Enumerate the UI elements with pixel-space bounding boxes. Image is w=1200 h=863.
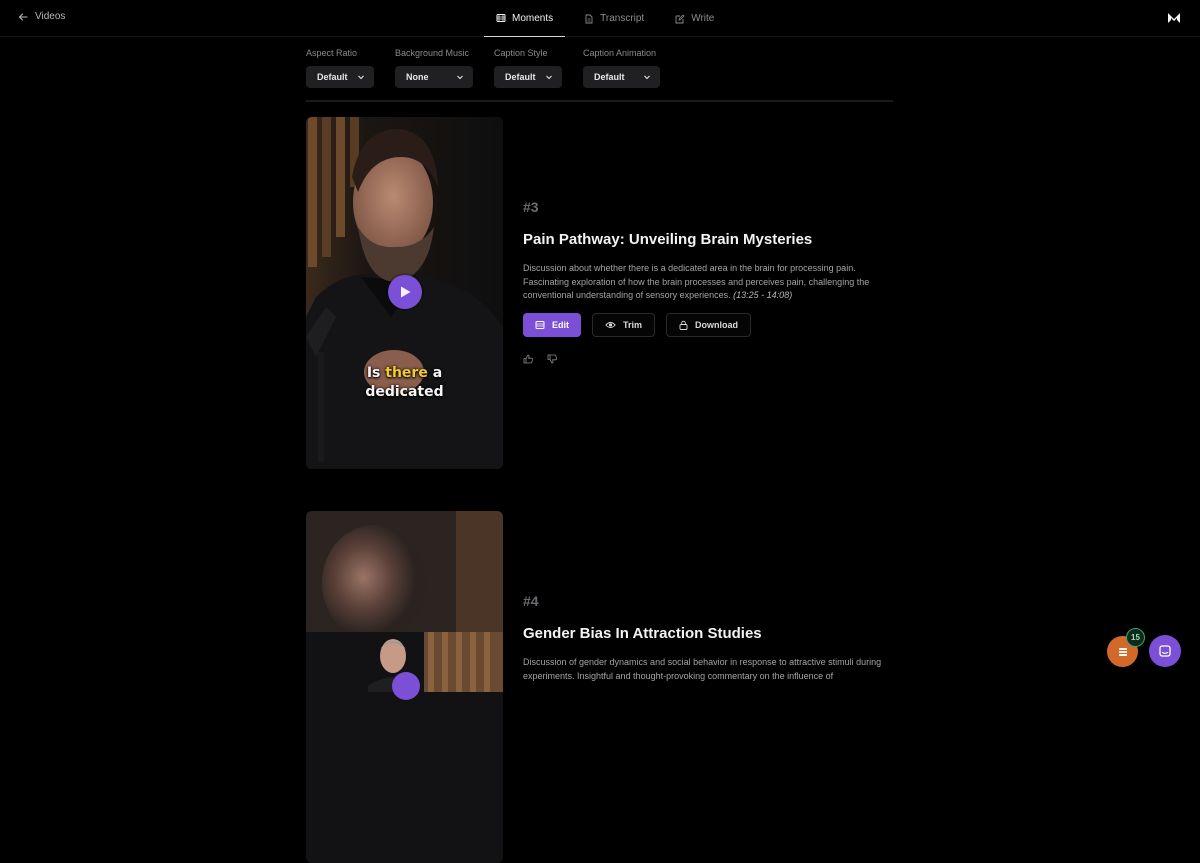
logo-icon	[1168, 13, 1180, 23]
caption-line-1: Is there a	[306, 364, 503, 383]
video-thumbnail[interactable]: Is there a dedicated	[306, 117, 503, 469]
aspect-ratio-value: Default	[317, 72, 348, 82]
moment-info: #3 Pain Pathway: Unveiling Brain Mysteri…	[523, 199, 895, 369]
background-music-filter: Background Music None	[395, 48, 473, 88]
trim-button[interactable]: Trim	[592, 312, 656, 337]
moment-card: #4 Gender Bias In Attraction Studies Dis…	[306, 511, 906, 863]
document-icon	[585, 14, 593, 23]
chevron-down-icon	[644, 75, 650, 80]
caption-animation-filter: Caption Animation Default	[583, 48, 660, 88]
back-label: Videos	[35, 11, 66, 22]
trim-label: Trim	[623, 319, 643, 330]
notification-badge: 15	[1126, 628, 1145, 647]
film-icon	[535, 320, 545, 329]
caption-animation-value: Default	[594, 72, 625, 82]
aspect-ratio-label: Aspect Ratio	[306, 48, 358, 58]
arrow-left-icon	[18, 12, 28, 21]
background-music-select[interactable]: None	[395, 66, 473, 88]
thumbs-down-icon[interactable]	[547, 351, 557, 369]
tab-moments[interactable]: Moments	[484, 0, 566, 37]
tab-write-label: Write	[691, 13, 715, 24]
app-logo[interactable]	[1167, 11, 1181, 30]
moment-info: #4 Gender Bias In Attraction Studies Dis…	[523, 593, 895, 683]
thumbs-up-icon[interactable]	[523, 351, 533, 369]
background-music-label: Background Music	[395, 48, 470, 58]
caption-highlight-word: there	[385, 365, 428, 381]
eye-icon	[605, 321, 616, 328]
aspect-ratio-filter: Aspect Ratio Default	[306, 48, 374, 88]
caption-style-value: Default	[505, 72, 536, 82]
feedback-buttons	[523, 351, 895, 369]
tab-transcript[interactable]: Transcript	[572, 0, 656, 37]
moment-description: Discussion of gender dynamics and social…	[523, 657, 882, 681]
moment-description: Discussion about whether there is a dedi…	[523, 262, 895, 303]
chevron-down-icon	[358, 75, 364, 80]
chat-fab-button[interactable]	[1149, 635, 1181, 667]
aspect-ratio-select[interactable]: Default	[306, 66, 374, 88]
lock-icon	[679, 320, 688, 330]
moment-timestamp: (13:25 - 14:08)	[733, 290, 793, 300]
chevron-down-icon	[546, 75, 552, 80]
pencil-edit-icon	[675, 13, 685, 23]
back-to-videos-link[interactable]: Videos	[18, 11, 65, 22]
film-icon	[496, 14, 506, 22]
caption-style-select[interactable]: Default	[494, 66, 562, 88]
moment-actions: Edit Trim Download	[523, 312, 895, 337]
caption-animation-label: Caption Animation	[583, 48, 657, 58]
moment-card: Is there a dedicated #3 Pain Pathway: Un…	[306, 117, 906, 469]
edit-button[interactable]: Edit	[523, 312, 581, 337]
chat-icon	[1159, 645, 1171, 657]
edit-label: Edit	[552, 319, 569, 330]
tab-write[interactable]: Write	[663, 0, 726, 37]
chevron-down-icon	[457, 75, 463, 80]
stack-icon	[1118, 647, 1127, 656]
play-button[interactable]	[388, 275, 422, 309]
top-bar: Videos Moments Transcript Write	[0, 0, 1200, 37]
tab-transcript-label: Transcript	[600, 13, 645, 24]
play-icon	[401, 286, 411, 298]
caption-style-filter: Caption Style Default	[494, 48, 562, 88]
clip-settings-bar: Aspect Ratio Default Background Music No…	[306, 48, 681, 88]
section-divider	[306, 100, 893, 102]
moment-title: Gender Bias In Attraction Studies	[523, 625, 762, 642]
caption-word: a	[432, 365, 443, 381]
video-thumbnail[interactable]	[306, 511, 503, 863]
caption-animation-select[interactable]: Default	[583, 66, 660, 88]
download-label: Download	[695, 319, 739, 330]
moment-title: Pain Pathway: Unveiling Brain Mysteries	[523, 231, 813, 248]
tab-moments-label: Moments	[512, 12, 554, 24]
caption-style-label: Caption Style	[494, 48, 548, 58]
caption-line-2: dedicated	[365, 384, 444, 400]
caption-word: Is	[366, 365, 381, 381]
moment-number: #3	[523, 199, 539, 215]
description-text: Discussion about whether there is a dedi…	[523, 263, 870, 300]
background-music-value: None	[406, 72, 429, 82]
download-button[interactable]: Download	[666, 312, 752, 337]
view-tabs: Moments Transcript Write	[484, 0, 733, 37]
burned-in-caption: Is there a dedicated	[306, 364, 503, 402]
moment-number: #4	[523, 593, 539, 609]
split-video-frame	[306, 511, 503, 863]
